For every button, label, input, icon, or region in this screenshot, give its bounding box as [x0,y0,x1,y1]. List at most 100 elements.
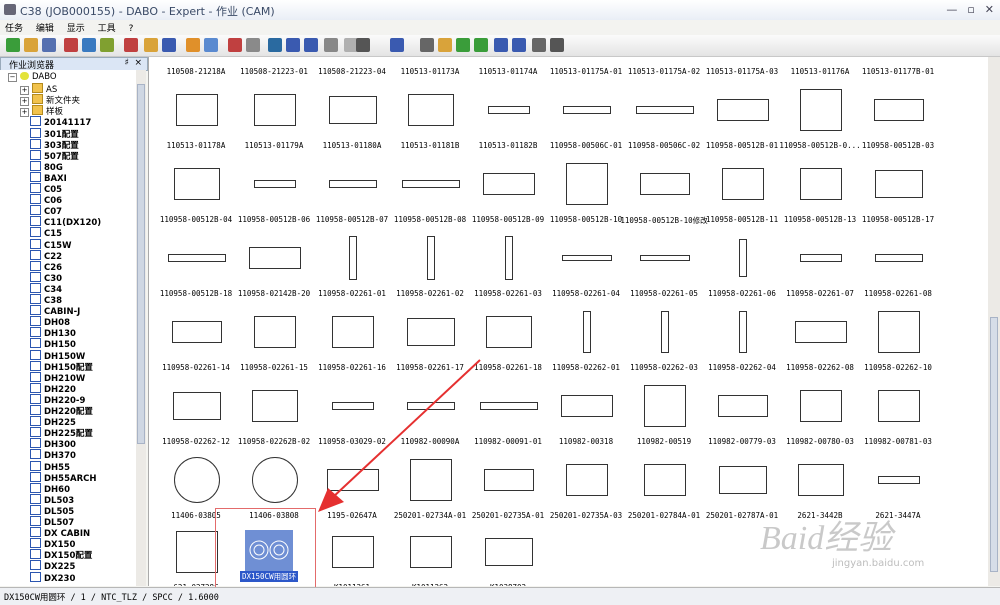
tree-item[interactable]: − DABO [8,72,57,83]
part-tile[interactable]: 110958-00512B-17 [859,155,937,230]
tree-item[interactable]: DH370 [30,449,76,461]
tree-item[interactable]: C07 [30,205,62,217]
part-tile[interactable]: 110513-01178A [157,81,235,156]
tree-item[interactable]: 303配置 [30,138,79,151]
main-scroll-thumb[interactable] [990,317,998,572]
tree-item[interactable]: DX150配置 [30,549,92,561]
part-tile[interactable]: 110513-01175A-02 [625,57,703,82]
tree-item[interactable]: C05 [30,183,62,195]
tree-item[interactable]: BAXI [30,171,67,184]
part-tile[interactable]: 110958-00512B-03 [859,81,937,156]
part-tile[interactable]: 110513-01176A [781,57,859,82]
part-tile[interactable]: 110958-02262-10 [859,303,937,378]
tree-item[interactable]: DH60 [30,482,70,495]
part-tile[interactable]: K1038702 [469,523,547,586]
toolbar-tool-12-icon[interactable] [228,38,242,52]
part-tile[interactable]: 110958-02261-01 [313,229,391,304]
part-tile[interactable]: 110958-00512B-13 [781,155,859,230]
toolbar-tool-2-icon[interactable] [24,38,38,52]
tree-item[interactable]: DH210W [30,371,85,384]
part-tile[interactable]: K1011262 [391,523,469,586]
part-tile[interactable]: 110982-00519 [625,377,703,452]
toolbar-tool-15-icon[interactable] [286,38,300,52]
toolbar-tool-16-icon[interactable] [304,38,318,52]
tree-item[interactable]: 301配置 [30,127,79,140]
tree-item[interactable]: DH55ARCH [30,471,96,484]
part-tile[interactable]: 110513-01181B [391,81,469,156]
part-tile[interactable]: 110958-00512B-06 [235,155,313,230]
part-tile[interactable]: 110958-02261-07 [781,229,859,304]
toolbar-tool-11-icon[interactable] [204,38,218,52]
part-tile[interactable]: 110958-02262-01 [547,303,625,378]
part-tile[interactable]: 110958-02261-03 [469,229,547,304]
toolbar-tool-28-icon[interactable] [550,38,564,52]
maximize-button[interactable]: ▫ [967,3,974,16]
part-tile[interactable]: 110982-00781-03 [859,377,937,452]
part-tile[interactable]: 110958-00512B-18 [157,229,235,304]
tree-item[interactable]: DX225 [30,560,75,572]
tree-item[interactable]: DH225配置 [30,427,93,439]
part-tile[interactable]: 110958-00506C-02 [625,81,703,156]
part-tile[interactable]: 110958-02262-04 [703,303,781,378]
toolbar-tool-20-icon[interactable] [390,38,404,52]
part-tile[interactable]: 110958-02261-08 [859,229,937,304]
menu-help[interactable]: ? [124,23,139,35]
tree-item[interactable]: DH55 [30,460,70,473]
menu-view[interactable]: 显示 [62,20,90,35]
part-tile[interactable]: 110513-01179A [235,81,313,156]
tree-item[interactable]: C11(DX120) [30,216,101,228]
tree-item[interactable]: DH150配置 [30,360,93,373]
selected-part-thumbnail[interactable] [245,530,293,572]
panel-close-icon[interactable]: × [134,58,142,68]
tree-item[interactable]: DL507 [30,516,74,528]
part-tile[interactable]: 110958-02262-08 [781,303,859,378]
part-tile[interactable]: 110982-00779-03 [703,377,781,452]
part-tile[interactable]: 110958-02262-12 [157,377,235,452]
part-tile[interactable]: 110958-00512B-04 [157,155,235,230]
tree-item[interactable]: 20141117 [30,116,91,128]
tree-item[interactable]: DH220 [30,382,76,395]
tree-item[interactable]: DX CABIN [30,527,90,539]
menu-edit[interactable]: 编辑 [31,20,59,35]
tree-item[interactable]: + AS [20,83,57,96]
part-tile[interactable]: 110982-00318 [547,377,625,452]
expand-icon[interactable]: + [20,108,29,118]
part-tile[interactable]: K1011261 [313,523,391,586]
toolbar-tool-13-icon[interactable] [246,38,260,52]
part-tile[interactable]: 110513-01177B-01 [859,57,937,82]
toolbar-tool-3-icon[interactable] [42,38,56,52]
toolbar-tool-17-icon[interactable] [324,38,338,52]
tree-item[interactable]: DL503 [30,493,74,506]
part-tile[interactable]: 110958-00512B-10 [547,155,625,230]
part-tile[interactable]: 110958-00506C-01 [547,81,625,156]
toolbar-tool-5-icon[interactable] [82,38,96,52]
tree-item[interactable]: DH220-9 [30,393,85,406]
tree-item[interactable]: DX150 [30,538,75,550]
part-tile[interactable]: 110982-00780-03 [781,377,859,452]
toolbar-tool-14-icon[interactable] [268,38,282,52]
collapse-icon[interactable]: − [8,73,17,82]
toolbar-tool-8-icon[interactable] [144,38,158,52]
tree-item[interactable]: + 新文件夹 [20,94,80,107]
close-button[interactable]: ✕ [985,3,994,16]
tree-item[interactable]: DH150 [30,338,76,350]
toolbar-tool-26-icon[interactable] [512,38,526,52]
tree-item[interactable]: C30 [30,271,62,284]
tree-item[interactable]: C22 [30,249,62,262]
part-tile[interactable]: 110958-02261-05 [625,229,703,304]
tree-item[interactable]: DH225 [30,416,76,428]
toolbar-tool-23-icon[interactable] [456,38,470,52]
tree-item[interactable]: DH08 [30,316,70,328]
tree-item[interactable]: DH150W [30,349,85,362]
tree-item[interactable]: + 样板 [20,105,63,118]
toolbar-tool-21-icon[interactable] [420,38,434,52]
tree-item[interactable]: 507配置 [30,149,79,162]
tree-item[interactable]: C38 [30,294,62,306]
toolbar-tool-22-icon[interactable] [438,38,452,52]
minimize-button[interactable]: — [946,3,957,16]
tree-item[interactable]: C15 [30,227,62,239]
part-tile[interactable]: 110508-21218A [157,57,235,82]
toolbar-tool-27-icon[interactable] [532,38,546,52]
tree-item[interactable]: DX230 [30,571,75,584]
part-tile[interactable]: 110958-02261-14 [157,303,235,378]
